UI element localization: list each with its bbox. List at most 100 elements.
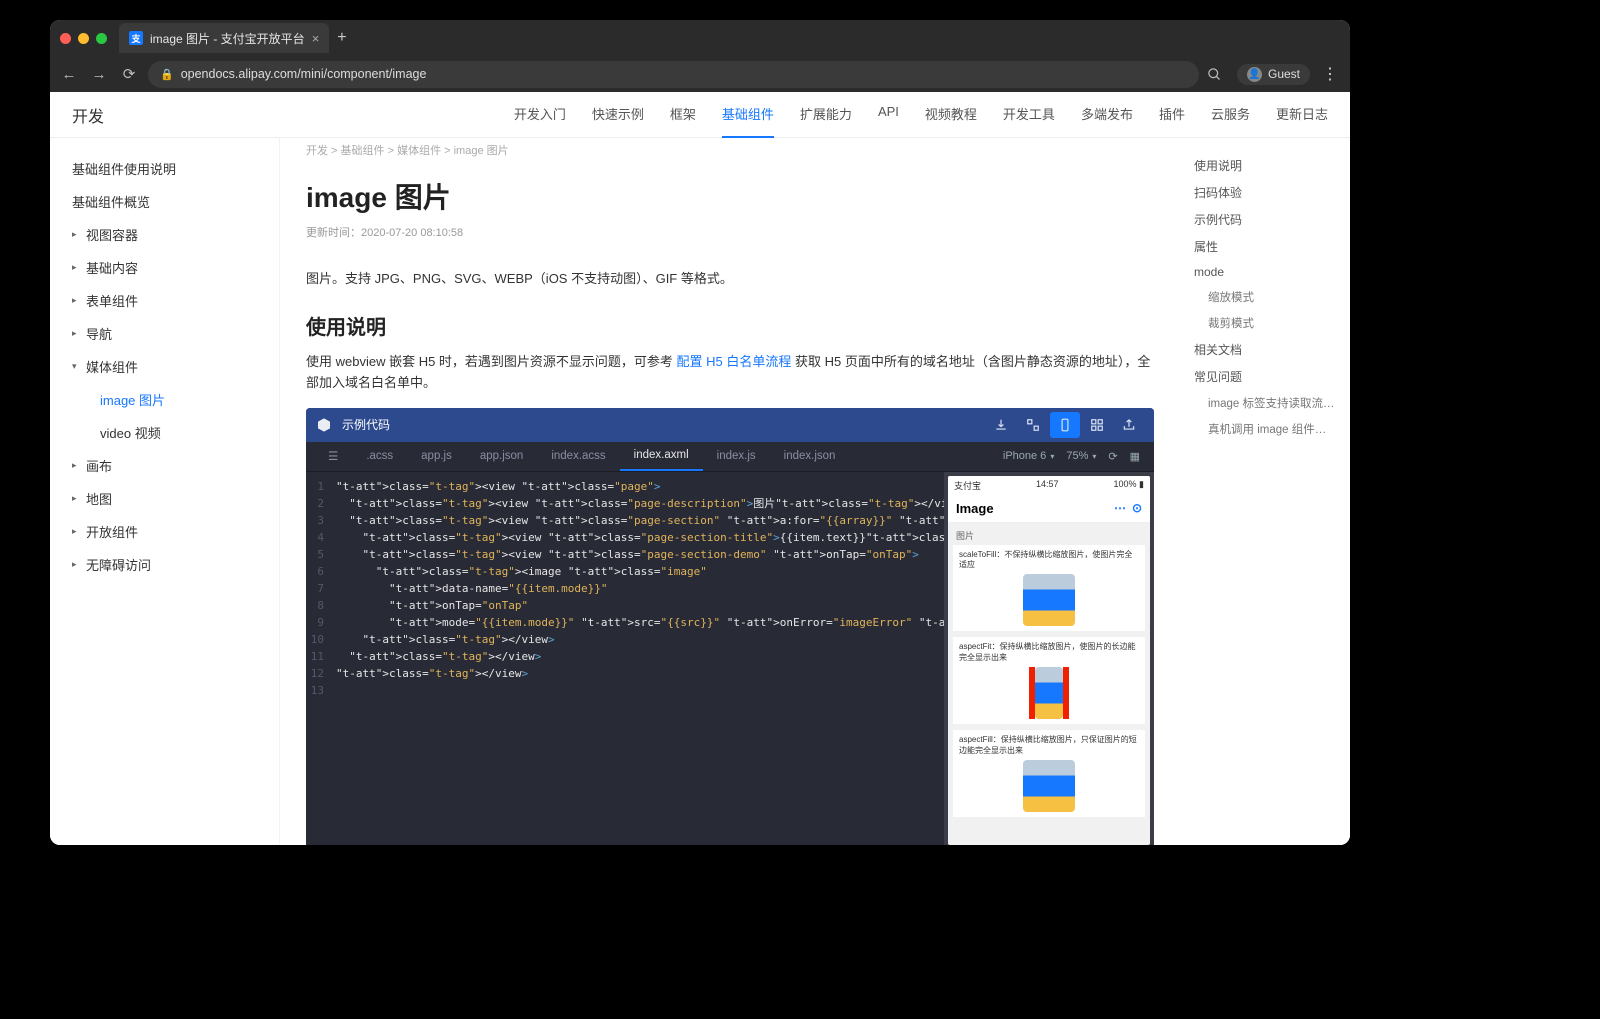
toc-subitem[interactable]: 缩放模式: [1190, 284, 1340, 310]
profile-label: Guest: [1268, 67, 1300, 81]
sidebar-group[interactable]: ▾媒体组件: [60, 350, 269, 383]
caret-icon: ▸: [72, 229, 80, 240]
preview-card: aspectFill：保持纵横比缩放图片，只保证图片的短边能完全显示出来: [953, 730, 1145, 817]
description: 图片。支持 JPG、PNG、SVG、WEBP（iOS 不支持动图）、GIF 等格…: [306, 268, 1154, 287]
browser-menu-button[interactable]: ⋮: [1318, 64, 1342, 84]
refresh-button[interactable]: ⟳: [1102, 450, 1123, 463]
sidebar-group[interactable]: ▸视图容器: [60, 218, 269, 251]
sidebar-group[interactable]: ▸基础内容: [60, 251, 269, 284]
qr-button[interactable]: [1018, 412, 1048, 438]
file-tab[interactable]: index.acss: [537, 442, 619, 471]
preview-title: Image: [956, 501, 994, 516]
status-time: 14:57: [1036, 479, 1059, 492]
topnav-item[interactable]: 插件: [1159, 91, 1185, 138]
topnav-item[interactable]: 更新日志: [1276, 91, 1328, 138]
favicon-icon: 支: [129, 31, 143, 45]
file-tab[interactable]: .acss: [352, 442, 407, 471]
download-button[interactable]: [986, 412, 1016, 438]
code-editor[interactable]: 1"t-att">class="t-tag"><view "t-att">cla…: [306, 472, 944, 845]
toc-item[interactable]: mode: [1190, 260, 1340, 284]
grid-button[interactable]: [1082, 412, 1112, 438]
toc-item[interactable]: 相关文档: [1190, 336, 1340, 363]
topnav-item[interactable]: 框架: [670, 91, 696, 138]
file-list-toggle[interactable]: ☰: [314, 442, 352, 471]
topnav-item[interactable]: 开发入门: [514, 91, 566, 138]
new-tab-button[interactable]: +: [337, 29, 346, 47]
toc-subitem[interactable]: 真机调用 image 组件，…: [1190, 416, 1340, 442]
file-tab[interactable]: index.axml: [620, 442, 703, 471]
device-select[interactable]: iPhone 6▾: [997, 450, 1060, 462]
preview-more-icon[interactable]: ⋯: [1114, 501, 1126, 515]
topnav-item[interactable]: 快速示例: [592, 91, 644, 138]
breadcrumb: 开发 > 基础组件 > 媒体组件 > image 图片: [306, 138, 1154, 158]
topnav-item[interactable]: 扩展能力: [800, 91, 852, 138]
mascot-image: [1023, 574, 1075, 626]
ide-title: 示例代码: [342, 416, 390, 433]
sidebar-item[interactable]: 基础组件使用说明: [60, 152, 269, 185]
caret-icon: ▸: [72, 295, 80, 306]
back-button[interactable]: ←: [58, 66, 80, 83]
address-bar[interactable]: 🔒 opendocs.alipay.com/mini/component/ima…: [148, 61, 1199, 88]
topnav-item[interactable]: 云服务: [1211, 91, 1250, 138]
update-time: 更新时间：2020-07-20 08:10:58: [306, 224, 1154, 240]
topnav-item[interactable]: 基础组件: [722, 91, 774, 138]
avatar-icon: 👤: [1247, 67, 1262, 82]
mascot-image: [1029, 667, 1069, 719]
toc-item[interactable]: 示例代码: [1190, 206, 1340, 233]
file-tab[interactable]: index.json: [770, 442, 850, 471]
sidebar-group[interactable]: ▸无障碍访问: [60, 548, 269, 581]
traffic-max[interactable]: [96, 33, 107, 44]
sidebar-subitem[interactable]: image 图片: [88, 383, 269, 416]
browser-tab[interactable]: 支 image 图片 - 支付宝开放平台 ×: [119, 23, 329, 53]
sidebar-item[interactable]: 基础组件概览: [60, 185, 269, 218]
caret-icon: ▸: [72, 526, 80, 537]
toc-subitem[interactable]: image 标签支持读取流文…: [1190, 390, 1340, 416]
preview-close-icon[interactable]: ⊙: [1132, 501, 1142, 515]
lock-icon: 🔒: [160, 68, 174, 81]
forward-button[interactable]: →: [88, 66, 110, 83]
topnav-item[interactable]: 多端发布: [1081, 91, 1133, 138]
toc-item[interactable]: 属性: [1190, 233, 1340, 260]
toc-subitem[interactable]: 裁剪模式: [1190, 310, 1340, 336]
preview-card: aspectFit：保持纵横比缩放图片，使图片的长边能完全显示出来: [953, 637, 1145, 724]
file-tab[interactable]: index.js: [703, 442, 770, 471]
file-tab[interactable]: app.json: [466, 442, 537, 471]
caret-icon: ▸: [72, 328, 80, 339]
traffic-min[interactable]: [78, 33, 89, 44]
preview-section: 图片: [948, 523, 1150, 545]
sidebar-group[interactable]: ▸表单组件: [60, 284, 269, 317]
traffic-close[interactable]: [60, 33, 71, 44]
page-title: image 图片: [306, 176, 1154, 216]
toc-item[interactable]: 使用说明: [1190, 152, 1340, 179]
sidebar-group[interactable]: ▸导航: [60, 317, 269, 350]
main-content: 开发 > 基础组件 > 媒体组件 > image 图片 image 图片 更新时…: [280, 138, 1180, 845]
toc-item[interactable]: 扫码体验: [1190, 179, 1340, 206]
device-preview: 支付宝 14:57 100% ▮ Image ⋯⊙ 图片 scaleToFill…: [944, 472, 1154, 845]
whitelist-link[interactable]: 配置 H5 白名单流程: [677, 354, 792, 369]
zoom-select[interactable]: 75%▾: [1060, 450, 1102, 462]
layout-button[interactable]: ▦: [1124, 450, 1146, 463]
caret-icon: ▸: [72, 559, 80, 570]
file-tab[interactable]: app.js: [407, 442, 466, 471]
section-heading: 使用说明: [306, 311, 1154, 340]
sidebar-subitem[interactable]: video 视频: [88, 416, 269, 449]
share-button[interactable]: [1114, 412, 1144, 438]
caret-icon: ▸: [72, 262, 80, 273]
phone-preview-button[interactable]: [1050, 412, 1080, 438]
topnav-item[interactable]: 开发工具: [1003, 91, 1055, 138]
profile-chip[interactable]: 👤 Guest: [1237, 64, 1310, 85]
topnav-item[interactable]: 视频教程: [925, 91, 977, 138]
toc-item[interactable]: 常见问题: [1190, 363, 1340, 390]
caret-icon: ▸: [72, 493, 80, 504]
sidebar-group[interactable]: ▸地图: [60, 482, 269, 515]
reload-button[interactable]: ⟳: [118, 65, 140, 83]
sidebar-group[interactable]: ▸画布: [60, 449, 269, 482]
close-tab-icon[interactable]: ×: [312, 31, 320, 46]
topnav-item[interactable]: API: [878, 91, 899, 138]
search-icon[interactable]: [1207, 67, 1229, 82]
sidebar: 基础组件使用说明基础组件概览▸视图容器▸基础内容▸表单组件▸导航▾媒体组件ima…: [50, 138, 280, 845]
sidebar-group[interactable]: ▸开放组件: [60, 515, 269, 548]
mascot-image: [1023, 760, 1075, 812]
tab-title: image 图片 - 支付宝开放平台: [150, 30, 305, 47]
preview-card: scaleToFill：不保持纵横比缩放图片，使图片完全适应: [953, 545, 1145, 632]
